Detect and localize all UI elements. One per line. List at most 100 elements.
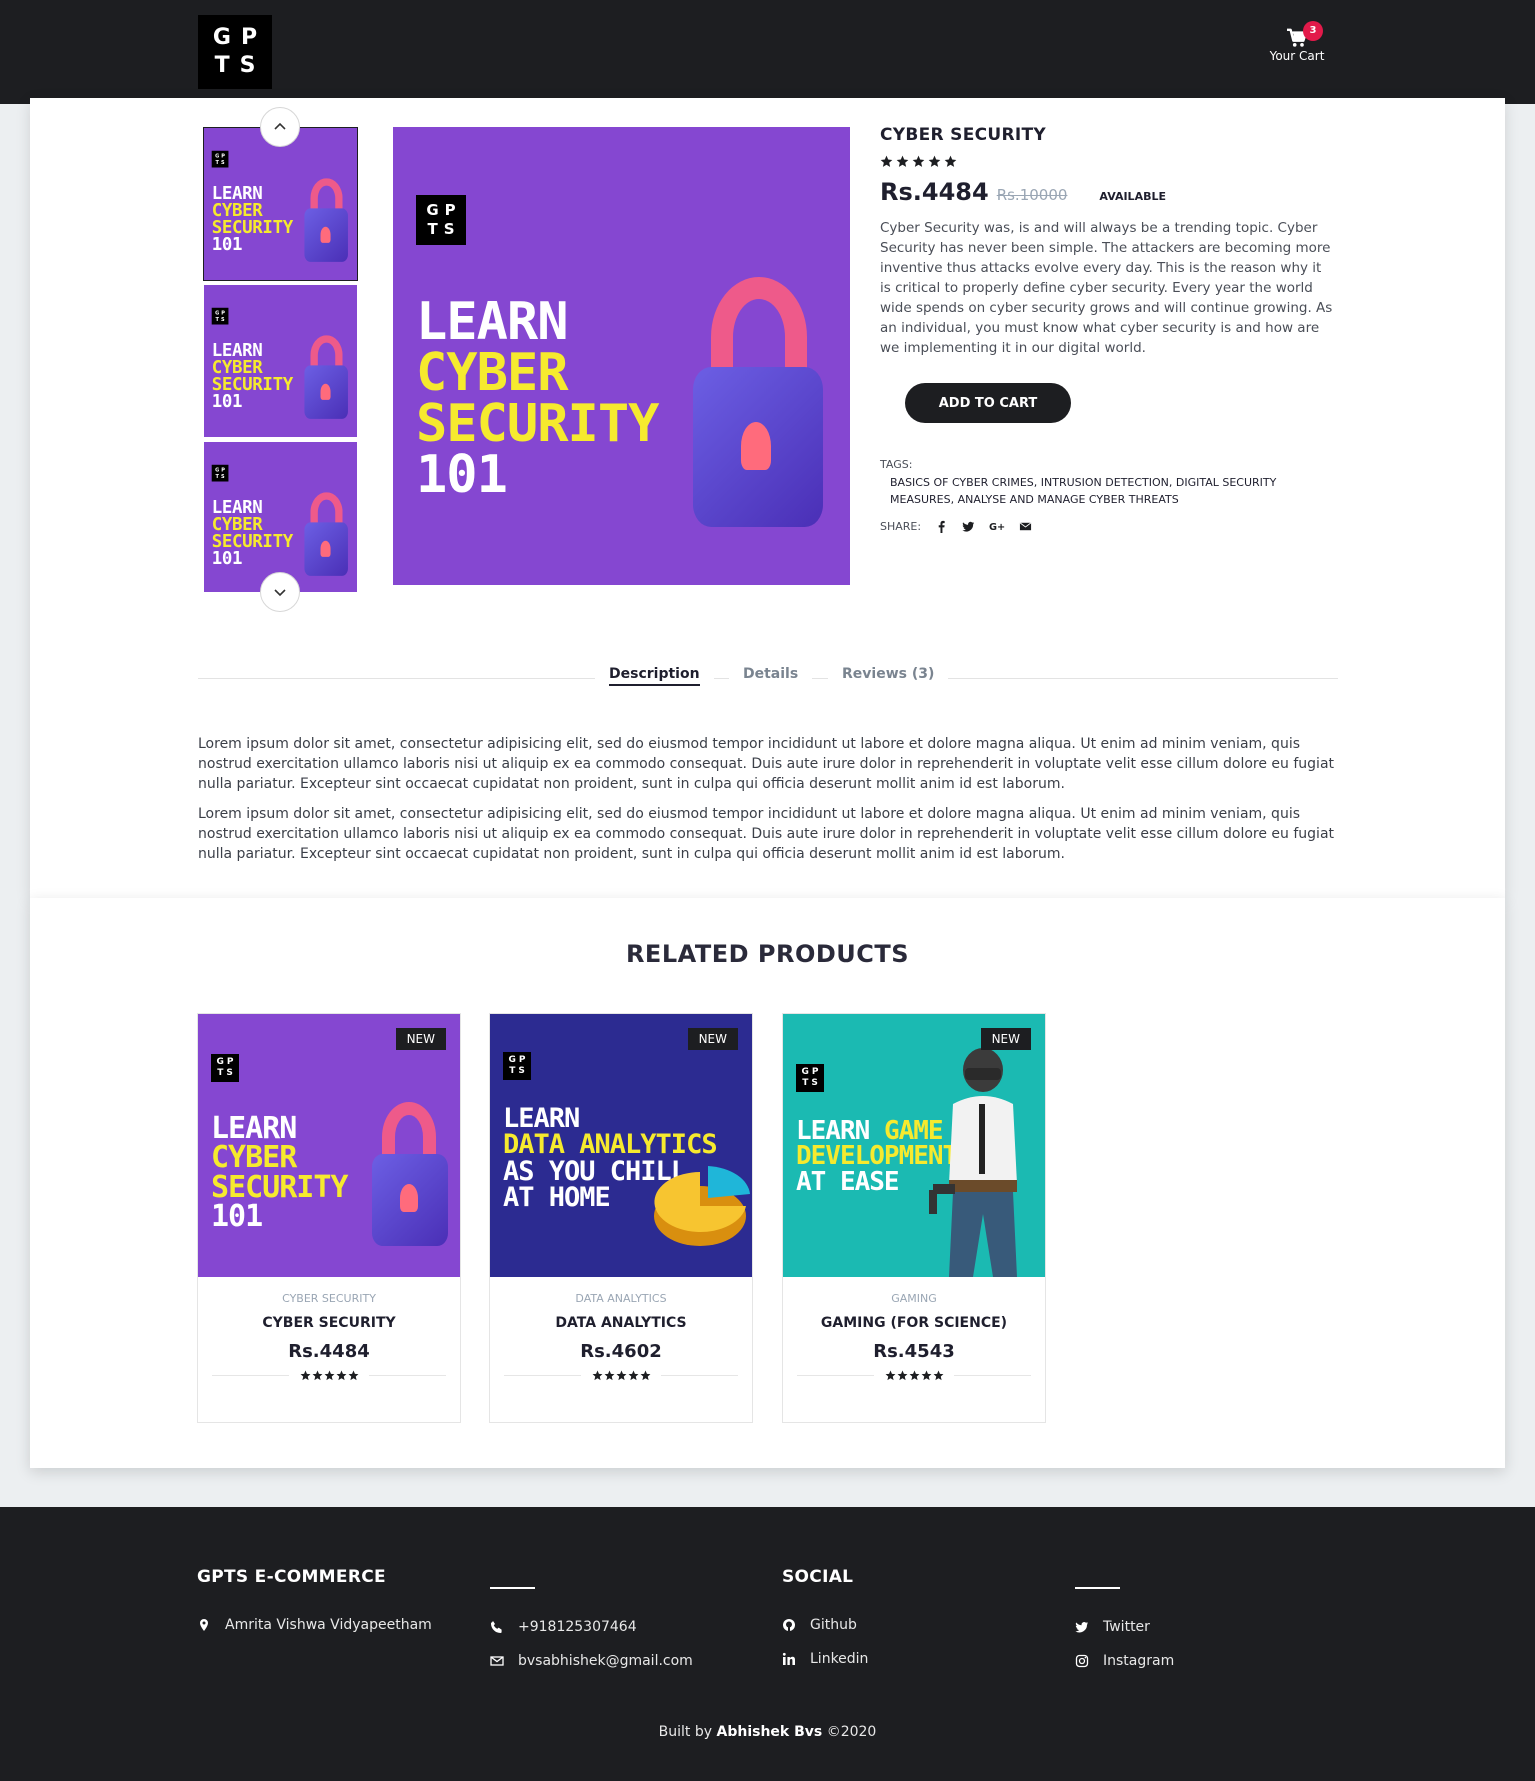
credit-prefix: Built by bbox=[658, 1724, 713, 1740]
related-product-rating bbox=[874, 1370, 954, 1381]
tab-description[interactable]: Description bbox=[595, 666, 714, 686]
star-icon bbox=[324, 1370, 334, 1381]
footer-twitter-link[interactable]: Twitter bbox=[1075, 1619, 1174, 1635]
poster-logo-bottom: TS bbox=[215, 159, 227, 166]
related-product-name[interactable]: GAMING (FOR SCIENCE) bbox=[783, 1315, 1045, 1331]
poster-line: 101 bbox=[211, 1199, 263, 1235]
product-title: CYBER SECURITY bbox=[880, 125, 1047, 145]
poster-logo: GP TS bbox=[211, 1054, 239, 1082]
credit-author[interactable]: Abhishek Bvs bbox=[717, 1724, 823, 1740]
poster-logo: GP TS bbox=[211, 150, 229, 168]
thumbnail-poster-art: GP TS LEARN CYBER SECURITY 101 bbox=[204, 128, 357, 280]
footer-social-column: SOCIAL Github Linkedin bbox=[782, 1567, 868, 1667]
star-icon bbox=[616, 1370, 626, 1381]
related-product-price: Rs.4543 bbox=[873, 1341, 955, 1362]
footer-heading-bar bbox=[1075, 1587, 1120, 1589]
site-footer: GPTS E-COMMERCE Amrita Vishwa Vidyapeeth… bbox=[0, 1507, 1535, 1781]
related-product-card[interactable]: GP TS LEARN CYBER SECURITY 101 NEW CYBER … bbox=[197, 1013, 461, 1423]
poster-headline: LEARN CYBER SECURITY 101 bbox=[211, 1113, 348, 1235]
product-tags[interactable]: BASICS OF CYBER CRIMES, INTRUSION DETECT… bbox=[890, 474, 1335, 508]
footer-phone[interactable]: +918125307464 bbox=[490, 1619, 693, 1635]
star-icon bbox=[348, 1370, 358, 1381]
related-product-image[interactable]: GP TS LEARN CYBER SECURITY 101 NEW bbox=[198, 1014, 460, 1277]
footer-email[interactable]: bvsabhishek@gmail.com bbox=[490, 1653, 693, 1669]
footer-phone-text: +918125307464 bbox=[518, 1619, 637, 1635]
star-icon bbox=[912, 155, 925, 167]
related-product-card[interactable]: GP TS LEARN DATA ANALYTICS AS YOU CHILL A… bbox=[489, 1013, 753, 1423]
top-navbar: GP TS Your Cart 3 bbox=[0, 0, 1535, 104]
thumbnail-gallery[interactable]: GP TS LEARN CYBER SECURITY 101 GP TS LEA… bbox=[203, 127, 358, 592]
related-product-name[interactable]: DATA ANALYTICS bbox=[490, 1315, 752, 1331]
thumbnail-poster-art: GP TS LEARN CYBER SECURITY 101 bbox=[204, 442, 357, 592]
footer-linkedin-link[interactable]: Linkedin bbox=[782, 1651, 868, 1667]
related-product-image[interactable]: GP TS LEARN DATA ANALYTICS AS YOU CHILL A… bbox=[490, 1014, 752, 1277]
related-product-name[interactable]: CYBER SECURITY bbox=[198, 1315, 460, 1331]
cart-button[interactable]: Your Cart 3 bbox=[1252, 21, 1342, 63]
footer-social-title: SOCIAL bbox=[782, 1567, 854, 1587]
poster-line-4: 101 bbox=[211, 548, 243, 569]
availability-status: AVAILABLE bbox=[1099, 190, 1166, 203]
footer-github-text: Github bbox=[810, 1617, 857, 1633]
product-info: CYBER SECURITY Rs.4484 Rs.10000 AVAILABL… bbox=[880, 125, 1332, 533]
poster-headline: LEARN CYBER SECURITY 101 bbox=[416, 296, 659, 505]
thumbnail-poster-art: GP TS LEARN CYBER SECURITY 101 bbox=[204, 285, 357, 437]
google-plus-icon[interactable]: G+ bbox=[989, 520, 1005, 533]
add-to-cart-button[interactable]: ADD TO CART bbox=[905, 383, 1071, 423]
related-product-category: GAMING bbox=[891, 1292, 937, 1305]
description-tab-content: Lorem ipsum dolor sit amet, consectetur … bbox=[198, 734, 1338, 874]
padlock-keyhole-graphic bbox=[741, 422, 771, 470]
envelope-icon bbox=[490, 1656, 504, 1666]
footer-twitter-text: Twitter bbox=[1103, 1619, 1150, 1635]
thumbnail-poster: GP TS LEARN CYBER SECURITY 101 bbox=[204, 128, 357, 280]
footer-credit: Built by Abhishek Bvs ©2020 bbox=[0, 1724, 1535, 1740]
padlock-keyhole-graphic bbox=[320, 226, 331, 243]
description-paragraph: Lorem ipsum dolor sit amet, consectetur … bbox=[198, 736, 1335, 792]
footer-instagram-text: Instagram bbox=[1103, 1653, 1175, 1669]
poster-logo: GP TS bbox=[503, 1052, 531, 1080]
footer-instagram-link[interactable]: Instagram bbox=[1075, 1653, 1174, 1669]
github-icon bbox=[783, 1619, 795, 1631]
new-badge: NEW bbox=[687, 1028, 738, 1050]
star-icon bbox=[928, 155, 941, 167]
thumbnail-scroll-down-button[interactable] bbox=[260, 572, 300, 612]
twitter-icon[interactable] bbox=[962, 520, 975, 533]
footer-social-column-2: Twitter Instagram bbox=[1075, 1567, 1174, 1669]
tab-reviews[interactable]: Reviews (3) bbox=[828, 666, 949, 682]
padlock-keyhole-graphic bbox=[320, 383, 331, 400]
tab-details[interactable]: Details bbox=[729, 666, 813, 682]
chevron-down-icon bbox=[274, 589, 286, 597]
thumbnail-1[interactable]: GP TS LEARN CYBER SECURITY 101 bbox=[203, 127, 358, 281]
poster-line: CYBER bbox=[211, 1140, 297, 1176]
footer-github-link[interactable]: Github bbox=[782, 1617, 868, 1633]
poster-headline: LEARN CYBER SECURITY 101 bbox=[211, 342, 294, 412]
related-product-image[interactable]: GP TS LEARN GAME DEVELOPMENT AT EASE NEW bbox=[783, 1014, 1045, 1277]
new-badge: NEW bbox=[395, 1028, 446, 1050]
email-icon[interactable] bbox=[1019, 520, 1032, 533]
footer-brand-column: GPTS E-COMMERCE Amrita Vishwa Vidyapeeth… bbox=[197, 1567, 432, 1633]
map-marker-icon bbox=[200, 1619, 208, 1631]
tab-description-label: Description bbox=[609, 666, 700, 686]
cart-count-badge: 3 bbox=[1303, 21, 1323, 41]
tab-details-label: Details bbox=[743, 666, 799, 682]
footer-contact-column: +918125307464 bvsabhishek@gmail.com bbox=[490, 1567, 693, 1669]
footer-linkedin-text: Linkedin bbox=[810, 1651, 869, 1667]
related-product-card[interactable]: GP TS LEARN GAME DEVELOPMENT AT EASE NEW … bbox=[782, 1013, 1046, 1423]
facebook-icon[interactable] bbox=[935, 520, 948, 533]
poster-line-4: 101 bbox=[211, 391, 243, 412]
poster-line-4: 101 bbox=[416, 444, 508, 505]
poster-logo: GP TS bbox=[416, 195, 466, 245]
brand-logo[interactable]: GP TS bbox=[198, 15, 272, 89]
thumbnail-scroll-up-button[interactable] bbox=[260, 107, 300, 147]
padlock-keyhole-graphic bbox=[400, 1184, 418, 1212]
thumbnail-3[interactable]: GP TS LEARN CYBER SECURITY 101 bbox=[203, 441, 358, 592]
chevron-up-icon bbox=[274, 122, 286, 130]
poster-line-2: CYBER bbox=[416, 342, 569, 403]
thumbnail-2[interactable]: GP TS LEARN CYBER SECURITY 101 bbox=[203, 284, 358, 438]
footer-address: Amrita Vishwa Vidyapeetham bbox=[197, 1617, 432, 1633]
footer-heading-bar bbox=[490, 1587, 535, 1589]
main-product-image[interactable]: GP TS LEARN CYBER SECURITY 101 bbox=[393, 127, 850, 585]
star-icon bbox=[933, 1370, 943, 1381]
thumbnail-poster: GP TS LEARN CYBER SECURITY 101 bbox=[204, 285, 357, 437]
star-icon bbox=[592, 1370, 602, 1381]
poster-logo-bottom: TS bbox=[215, 316, 227, 323]
